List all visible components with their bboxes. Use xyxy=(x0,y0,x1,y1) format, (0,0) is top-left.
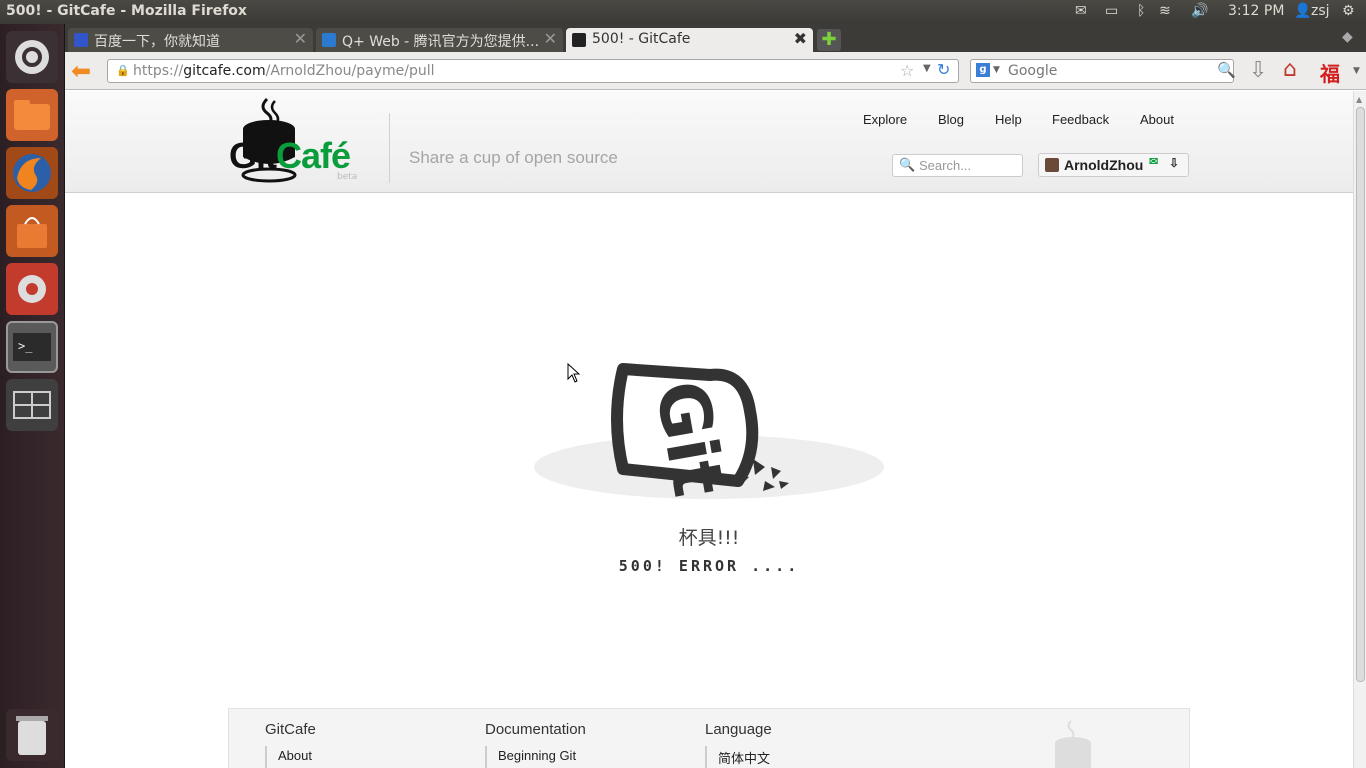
battery-icon[interactable]: ▭ xyxy=(1105,3,1118,19)
user-menu[interactable]: ArnoldZhou ✉ ⇩ xyxy=(1038,153,1189,177)
footer-col-gitcafe: GitCafe About xyxy=(265,721,316,768)
reload-icon[interactable]: ↻ xyxy=(937,60,950,79)
clock[interactable]: 3:12 PM xyxy=(1228,3,1284,19)
site-search-input[interactable]: 🔍 Search... xyxy=(892,154,1023,177)
username: ArnoldZhou xyxy=(1064,157,1144,173)
back-arrow-icon[interactable]: ⬅ xyxy=(71,58,99,84)
tab-label: 500! - GitCafe xyxy=(592,31,691,47)
user-icon[interactable]: 👤 xyxy=(1294,3,1311,19)
nav-about[interactable]: About xyxy=(1140,112,1174,127)
svg-text:>_: >_ xyxy=(18,339,33,353)
footer-logo-watermark-icon xyxy=(1055,720,1091,768)
home-icon[interactable]: ⌂ xyxy=(1283,57,1297,82)
tagline: Share a cup of open source xyxy=(409,148,618,167)
google-engine-icon[interactable]: g xyxy=(976,63,990,77)
top-panel: 500! - GitCafe - Mozilla Firefox ✉ ▭ ᛒ ≋… xyxy=(0,0,1366,24)
scrollbar-thumb[interactable] xyxy=(1356,107,1365,682)
footer-col-documentation: Documentation Beginning Git xyxy=(485,721,586,768)
gear-icon[interactable]: ⚙ xyxy=(1342,3,1355,19)
scroll-up-icon[interactable]: ▲ xyxy=(1356,95,1362,104)
settings-icon[interactable] xyxy=(6,263,58,315)
search-icon: 🔍 xyxy=(899,157,916,172)
url-bar[interactable]: 🔒 https://gitcafe.com/ArnoldZhou/payme/p… xyxy=(107,59,959,83)
footer-link-beginning-git[interactable]: Beginning Git xyxy=(485,746,586,768)
close-tab-icon[interactable]: ✖ xyxy=(794,29,807,48)
chevron-down-icon[interactable]: ▼ xyxy=(923,63,931,74)
tab-label: 百度一下，你就知道 xyxy=(94,34,220,50)
chevron-down-icon[interactable]: ⇩ xyxy=(1169,156,1179,170)
fu-addon-icon[interactable]: 福 xyxy=(1320,58,1340,87)
web-page: GitCafé beta Share a cup of open source … xyxy=(65,91,1353,768)
bluetooth-icon[interactable]: ᛒ xyxy=(1137,3,1145,19)
url-path: /ArnoldZhou/payme/pull xyxy=(265,63,435,79)
tab-baidu[interactable]: 百度一下，你就知道 ✕ xyxy=(68,28,313,52)
footer-col-language: Language 简体中文 xyxy=(705,721,772,768)
tab-list-icon[interactable]: ◆ xyxy=(1342,29,1353,45)
bookmark-star-icon[interactable]: ☆ xyxy=(900,61,914,80)
download-icon[interactable]: ⇩ xyxy=(1249,58,1267,83)
nav-help[interactable]: Help xyxy=(995,112,1022,127)
ubuntu-logo-icon[interactable] xyxy=(6,31,58,83)
user-name[interactable]: zsj xyxy=(1311,3,1330,19)
tab-gitcafe[interactable]: 500! - GitCafe ✖ xyxy=(566,28,813,52)
url-host: gitcafe.com xyxy=(183,63,266,79)
navigation-bar: ⬅ 🔒 https://gitcafe.com/ArnoldZhou/payme… xyxy=(65,52,1366,90)
nav-blog[interactable]: Blog xyxy=(938,112,964,127)
qplus-favicon-icon xyxy=(322,33,336,47)
site-footer: GitCafe About Documentation Beginning Gi… xyxy=(228,708,1190,768)
close-tab-icon[interactable]: ✕ xyxy=(544,29,557,48)
mail-icon[interactable]: ✉ xyxy=(1075,3,1087,19)
close-tab-icon[interactable]: ✕ xyxy=(294,29,307,48)
chevron-down-icon[interactable]: ▼ xyxy=(993,65,1000,75)
window-title: 500! - GitCafe - Mozilla Firefox xyxy=(6,3,247,19)
browser-search-placeholder: Google xyxy=(1008,63,1058,79)
site-search-placeholder: Search... xyxy=(919,158,972,173)
tab-qplus[interactable]: Q+ Web - 腾讯官方为您提供... ✕ xyxy=(316,28,563,52)
wifi-icon[interactable]: ≋ xyxy=(1159,3,1171,19)
mouse-cursor-icon xyxy=(567,363,581,383)
browser-search-input[interactable]: g ▼ Google 🔍 xyxy=(970,59,1236,83)
broken-git-cup-illustration: Git xyxy=(534,363,884,502)
footer-heading: GitCafe xyxy=(265,721,316,738)
firefox-icon[interactable] xyxy=(6,147,58,199)
search-icon[interactable]: 🔍 xyxy=(1217,61,1236,79)
gitcafe-favicon-icon xyxy=(572,33,586,47)
footer-heading: Documentation xyxy=(485,721,586,738)
mail-icon[interactable]: ✉ xyxy=(1149,155,1158,168)
footer-heading: Language xyxy=(705,721,772,738)
volume-icon[interactable]: 🔊 xyxy=(1191,3,1208,19)
site-header: GitCafé beta Share a cup of open source … xyxy=(65,91,1353,193)
nav-explore[interactable]: Explore xyxy=(863,112,907,127)
error-title: 杯具!!! xyxy=(678,527,740,549)
header-divider xyxy=(389,113,390,183)
lock-icon: 🔒 xyxy=(116,64,130,77)
baidu-favicon-icon xyxy=(74,33,88,47)
url-protocol: https:// xyxy=(133,63,184,79)
nav-feedback[interactable]: Feedback xyxy=(1052,112,1109,127)
software-center-icon[interactable] xyxy=(6,205,58,257)
terminal-icon[interactable]: >_ xyxy=(6,321,58,373)
workspace-switcher-icon[interactable] xyxy=(6,379,58,431)
page-scrollbar[interactable]: ▲ xyxy=(1353,91,1366,768)
new-tab-button[interactable]: ✚ xyxy=(817,29,841,51)
tab-label: Q+ Web - 腾讯官方为您提供... xyxy=(342,34,540,50)
footer-link-about[interactable]: About xyxy=(265,746,316,768)
launcher: >_ xyxy=(0,24,65,768)
menu-chevron-icon[interactable]: ▼ xyxy=(1353,66,1360,76)
tab-bar: 百度一下，你就知道 ✕ Q+ Web - 腾讯官方为您提供... ✕ 500! … xyxy=(65,24,1366,52)
logo-wordmark: GitCafé xyxy=(229,135,351,176)
error-code: 500! ERROR .... xyxy=(618,557,800,575)
avatar xyxy=(1045,158,1059,172)
trash-icon[interactable] xyxy=(6,709,58,761)
beta-label: beta xyxy=(337,172,358,182)
files-icon[interactable] xyxy=(6,89,58,141)
footer-link-simplified-chinese[interactable]: 简体中文 xyxy=(705,746,772,768)
